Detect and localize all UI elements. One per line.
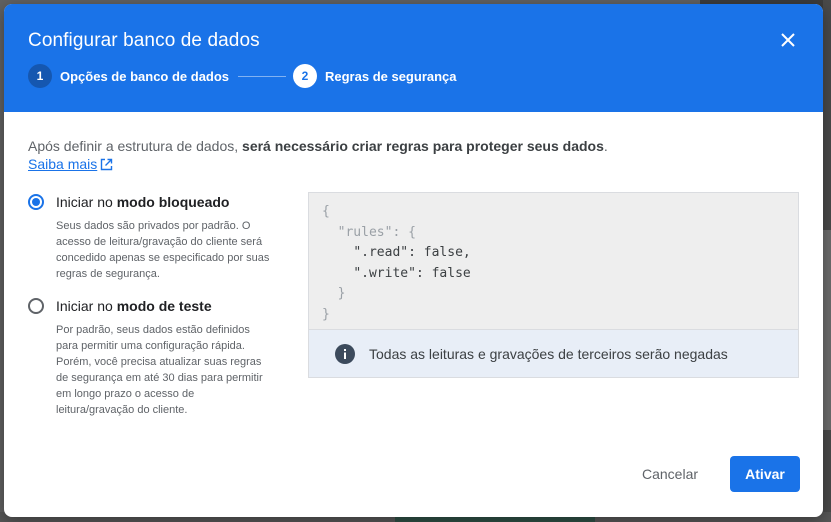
option-label-bold: modo de teste: [116, 298, 212, 314]
learn-more-label: Saiba mais: [28, 156, 98, 172]
step-number: 2: [293, 64, 317, 88]
code-key: "rules": [337, 224, 393, 240]
code-rest: : false,: [408, 245, 471, 260]
rules-preview-panel: { "rules": { ".read": false, ".write": f…: [308, 192, 799, 378]
code-rest: : {: [392, 224, 416, 240]
code-key: ".read": [353, 245, 409, 260]
step-label: Opções de banco de dados: [60, 68, 230, 84]
background-right-panel: [823, 230, 831, 430]
intro-suffix: .: [603, 138, 608, 154]
close-button[interactable]: [774, 26, 802, 54]
option-description: Seus dados são privados por padrão. O ac…: [56, 220, 270, 280]
option-label-prefix: Iniciar no: [56, 194, 117, 210]
info-text: Todas as leituras e gravações de terceir…: [369, 345, 728, 362]
step-number: 1: [28, 64, 52, 88]
intro-prefix: Após definir a estrutura de dados,: [28, 138, 243, 154]
step-label: Regras de segurança: [325, 68, 457, 84]
intro-bold: será necessário criar regras para proteg…: [242, 138, 604, 154]
code-line: }: [322, 306, 330, 322]
code-key: ".write": [353, 265, 416, 281]
code-line: }: [337, 286, 346, 301]
stepper: 1 Opções de banco de dados 2 Regras de s…: [28, 64, 528, 88]
stepper-connector: [238, 76, 286, 77]
configure-database-dialog: Configurar banco de dados 1 Opções de ba…: [4, 4, 823, 517]
learn-more-link[interactable]: Saiba mais: [28, 156, 113, 172]
step-security-rules: 2 Regras de segurança: [293, 64, 457, 88]
step-database-options: 1 Opções de banco de dados: [28, 64, 229, 88]
option-label-bold: modo bloqueado: [116, 194, 230, 210]
radio-test-mode[interactable]: [28, 298, 44, 314]
dialog-title: Configurar banco de dados: [28, 30, 260, 51]
cancel-button[interactable]: Cancelar: [630, 456, 710, 492]
dialog-header: Configurar banco de dados 1 Opções de ba…: [4, 4, 823, 112]
code-rest: : false: [415, 265, 471, 281]
intro-text: Após definir a estrutura de dados, será …: [28, 136, 728, 156]
option-label: Iniciar no modo de teste: [56, 298, 212, 314]
option-label-prefix: Iniciar no: [56, 298, 117, 314]
enable-button[interactable]: Ativar: [730, 456, 800, 492]
rules-info-banner: Todas as leituras e gravações de terceir…: [309, 329, 798, 377]
info-icon: [335, 343, 355, 364]
code-line: {: [322, 204, 330, 219]
open-in-new-icon: [101, 158, 113, 170]
rules-code: { "rules": { ".read": false, ".write": f…: [309, 193, 798, 329]
option-description: Por padrão, seus dados estão definidos p…: [56, 324, 263, 416]
close-icon: [781, 33, 795, 47]
radio-locked-mode[interactable]: [28, 194, 44, 210]
option-label: Iniciar no modo bloqueado: [56, 194, 229, 210]
